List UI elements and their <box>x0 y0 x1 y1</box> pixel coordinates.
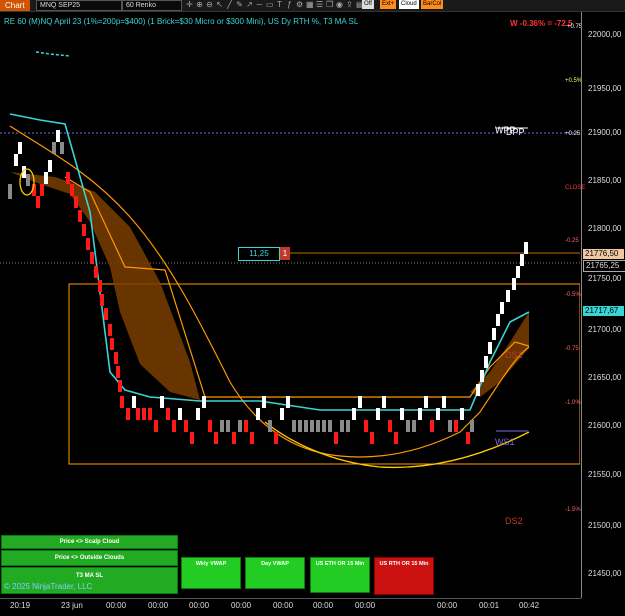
pct-label: -1.0% <box>565 400 581 406</box>
drawing-tools-icon[interactable]: ✎ <box>236 0 243 9</box>
us-rth-or-panel: US RTH OR 15 Min <box>374 557 434 595</box>
properties-icon[interactable]: ☰ <box>316 0 323 9</box>
timeframe-selector[interactable]: 60 Renko <box>122 0 182 11</box>
ws1-label: WS1 <box>495 437 515 447</box>
indicators-icon[interactable]: ƒ <box>286 0 293 9</box>
time-tick: 20:19 <box>10 601 31 610</box>
time-tick: 00:00 <box>273 601 294 610</box>
ds2-label: DS2 <box>505 516 523 526</box>
price-tick: 21550,00 <box>588 470 622 479</box>
toggle-barcol-pill[interactable]: BarCol <box>421 0 444 9</box>
rectangle-icon[interactable]: ▭ <box>266 0 274 9</box>
chart-tab[interactable]: Chart <box>0 0 30 11</box>
current-price-tag: 21776,50 <box>583 249 624 259</box>
price-tick: 21600,00 <box>588 421 622 430</box>
time-tick: 00:42 <box>519 601 540 610</box>
quantity-box[interactable]: 1 <box>280 247 290 260</box>
horizontal-line-icon[interactable]: ─ <box>256 0 263 9</box>
time-tick: 00:00 <box>148 601 169 610</box>
day-vwap-panel: Day VWAP <box>245 557 305 589</box>
time-tick: 23 jun <box>61 601 83 610</box>
outside-clouds-panel: Price <> Outside Clouds <box>1 550 178 566</box>
pct-label: +0.5% <box>565 78 583 84</box>
time-tick: 00:00 <box>313 601 334 610</box>
pct-label: -0.25 <box>565 238 579 244</box>
cyan-ma <box>9 113 530 411</box>
ma-price-tag: 21717,67 <box>583 306 624 316</box>
pct-label: -0.75 <box>565 346 579 352</box>
zoom-in-icon[interactable]: ⊕ <box>196 0 203 9</box>
draw-line-icon[interactable]: ╱ <box>226 0 233 9</box>
toggle-ext-pill[interactable]: Ext+ <box>380 0 397 9</box>
time-tick: 00:00 <box>231 601 252 610</box>
chart-title: RE 60 (M)NQ April 23 (1%=200p=$400) (1 B… <box>4 17 359 26</box>
toggle-cloud-pill[interactable]: Cloud <box>399 0 419 9</box>
tick-count-box[interactable]: 11,25 <box>238 247 280 261</box>
price-tick: 21800,00 <box>588 224 622 233</box>
price-tick: 21950,00 <box>588 84 622 93</box>
price-tick: 21500,00 <box>588 521 622 530</box>
renko-bricks-base <box>126 396 474 444</box>
copyright-text: © 2025 NinjaTrader, LLC <box>4 582 93 591</box>
ds1-label: DS1 <box>505 350 523 360</box>
dpp-label: DPP <box>506 127 525 137</box>
scalp-cloud-panel: Price <> Scalp Cloud <box>1 535 178 549</box>
price-tick: 21650,00 <box>588 373 622 382</box>
pct-label: -1.5% <box>565 507 581 513</box>
instrument-selector[interactable]: MNQ SEP25 <box>36 0 122 11</box>
time-tick: 00:01 <box>479 601 500 610</box>
share-icon[interactable]: ⇪ <box>346 0 353 9</box>
price-tick: 22000,00 <box>588 30 622 39</box>
zoom-out-icon[interactable]: ⊖ <box>206 0 213 9</box>
pct-label: +0.25 <box>565 131 581 137</box>
price-chart[interactable] <box>0 12 580 598</box>
level-price-tag: 21765,25 <box>583 260 625 272</box>
price-tick: 21700,00 <box>588 325 622 334</box>
pct-label: +0.75 <box>567 24 583 30</box>
ray-icon[interactable]: ↗ <box>246 0 253 9</box>
time-tick: 00:00 <box>106 601 127 610</box>
pointer-icon[interactable]: ↖ <box>216 0 223 9</box>
snapshot-icon[interactable]: ◉ <box>336 0 343 9</box>
price-axis[interactable] <box>581 12 625 598</box>
pct-label: -0.5% <box>565 292 581 298</box>
pnl-readout: W -0.36% = -72.5 <box>510 19 573 28</box>
crosshair-icon[interactable]: ✛ <box>186 0 193 9</box>
chart-trader-icon[interactable]: ▦ <box>306 0 314 9</box>
price-tick: 21450,00 <box>588 569 622 578</box>
time-tick: 00:00 <box>437 601 458 610</box>
price-tick: 21750,00 <box>588 274 622 283</box>
upper-ma-dashed <box>35 51 71 57</box>
text-tool-icon[interactable]: T <box>276 0 283 9</box>
time-tick: 00:00 <box>189 601 210 610</box>
price-tick: 21850,00 <box>588 176 622 185</box>
time-tick: 00:00 <box>355 601 376 610</box>
wkly-vwap-panel: Wkly VWAP <box>181 557 241 589</box>
chart-toolbar: Chart MNQ SEP25 60 Renko ✛ ⊕ ⊖ ↖ ╱ ✎ ↗ ─… <box>0 0 625 12</box>
us-eth-or-panel: US ETH OR 15 Min <box>310 557 370 593</box>
toggle-off-pill[interactable]: Off <box>362 0 374 9</box>
strategies-icon[interactable]: ⚙ <box>296 0 303 9</box>
slow-band-line <box>9 125 530 458</box>
templates-icon[interactable]: ❐ <box>326 0 333 9</box>
price-tick: 21900,00 <box>588 128 622 137</box>
